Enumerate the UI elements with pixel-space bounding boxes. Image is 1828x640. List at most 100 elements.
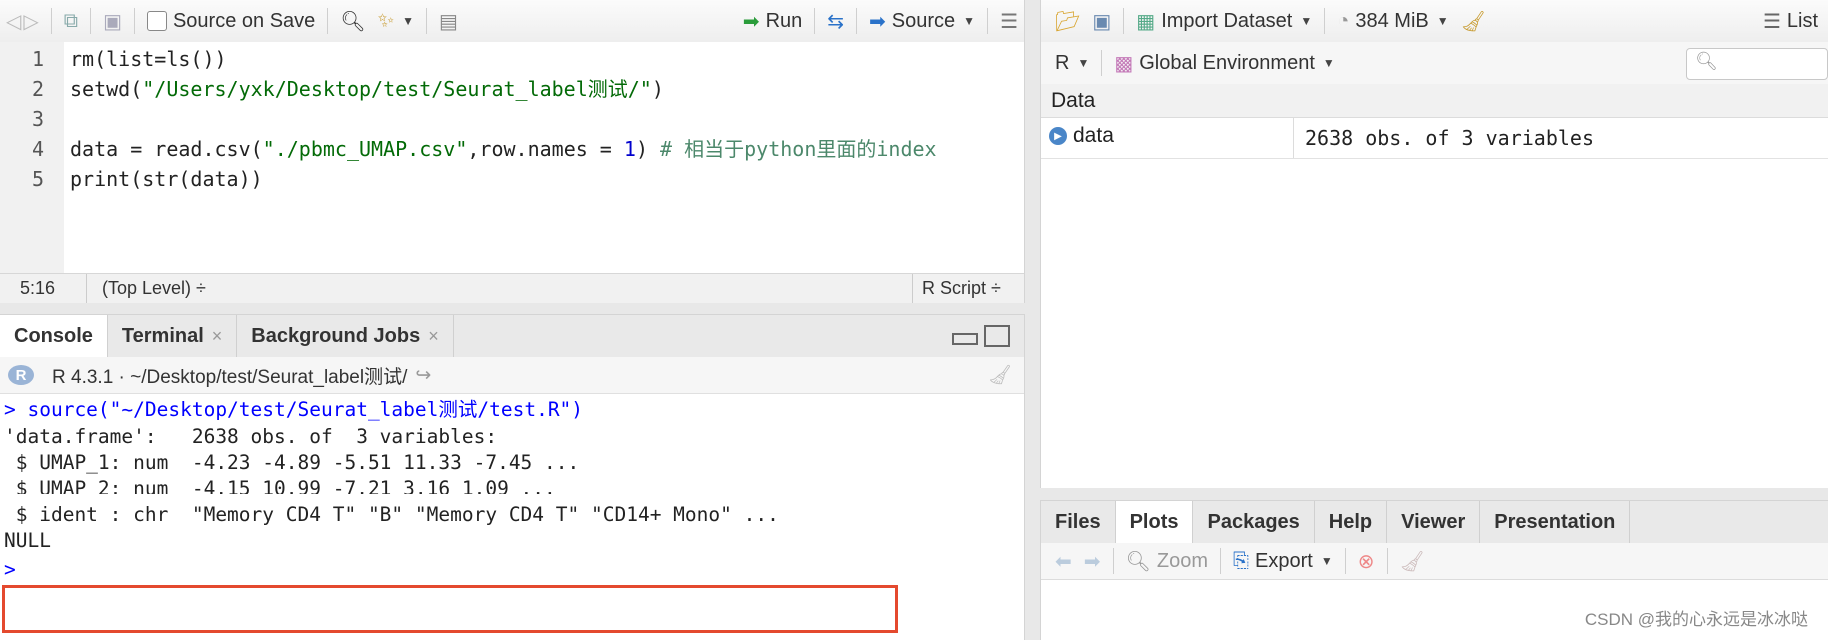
clear-plots-broom-icon[interactable]: 🧹︎	[1394, 549, 1431, 574]
forward-icon[interactable]: ▷	[17, 9, 44, 34]
zoom-icon: 🔍︎	[1125, 550, 1151, 573]
tab-console[interactable]: Console	[0, 315, 108, 357]
memory-pie-icon: ◔	[1337, 9, 1350, 32]
tab-viewer[interactable]: Viewer	[1387, 501, 1481, 543]
import-dataset-label: Import Dataset	[1161, 9, 1293, 32]
scope-selector[interactable]: (Top Level) ÷	[102, 278, 206, 299]
code-token: ,row.names =	[467, 137, 624, 161]
document-outline-icon[interactable]: ☰	[994, 9, 1024, 34]
chevron-down-icon[interactable]: ▼	[963, 14, 975, 28]
expand-circle-icon[interactable]: ▶	[1049, 127, 1067, 145]
rerun-icon[interactable]: ⇆	[821, 9, 850, 34]
code-tools-wand-icon[interactable]: ✨︎ ▼	[372, 10, 420, 33]
export-label: Export	[1255, 549, 1313, 572]
clear-objects-broom-icon[interactable]: 🧹︎	[1455, 9, 1492, 34]
tab-help[interactable]: Help	[1315, 501, 1388, 543]
tab-plots[interactable]: Plots	[1115, 501, 1194, 543]
environment-row-name[interactable]: ▶ data	[1049, 124, 1114, 148]
tab-terminal[interactable]: Terminal ×	[108, 315, 238, 357]
code-line[interactable]: 4 data = read.csv("./pbmc_UMAP.csv",row.n…	[0, 134, 1024, 164]
load-workspace-icon[interactable]: 📂︎	[1049, 9, 1086, 34]
code-token: "./pbmc_UMAP.csv"	[262, 137, 468, 161]
code-token: setwd(	[70, 77, 143, 101]
import-dataset-button[interactable]: ▦ Import Dataset ▼	[1130, 9, 1318, 34]
tab-background-jobs[interactable]: Background Jobs ×	[237, 315, 454, 357]
compile-report-icon[interactable]: ▤	[433, 9, 464, 34]
search-icon: 🔍︎	[1695, 51, 1718, 71]
tab-presentation[interactable]: Presentation	[1480, 501, 1631, 543]
r-logo-icon: R	[8, 365, 34, 385]
code-token: )	[651, 77, 664, 101]
go-to-directory-icon[interactable]: ↪	[415, 364, 431, 387]
vertical-splitter[interactable]	[1025, 0, 1040, 640]
environment-scope-bar: R ▼ ▩ Global Environment ▼ 🔍︎	[1041, 42, 1828, 85]
console-info-bar: R R 4.3.1 · ~/Desktop/test/Seurat_label测…	[0, 357, 1024, 394]
table-icon: ▦	[1136, 10, 1156, 33]
list-view-button[interactable]: ☰ List	[1757, 9, 1824, 34]
code-line[interactable]: 1 rm(list=ls())	[0, 44, 1024, 74]
editor-statusbar: 5:16 (Top Level) ÷ R Script ÷	[0, 273, 1024, 303]
source-on-save-label: Source on Save	[172, 9, 316, 32]
environment-toolbar: 📂︎ ▣ ▦ Import Dataset ▼ ◔ 384 MiB ▼ 🧹︎ ☰…	[1041, 0, 1828, 43]
code-text: setwd("/Users/yxk/Desktop/test/Seurat_la…	[70, 74, 664, 104]
environment-row[interactable]: ▶ data 2638 obs. of 3 variables	[1041, 118, 1828, 159]
highlight-annotation-box	[2, 585, 898, 633]
save-workspace-icon[interactable]: ▣	[1086, 9, 1117, 34]
code-line[interactable]: 5 print(str(data))	[0, 164, 1024, 194]
tab-files[interactable]: Files	[1041, 501, 1116, 543]
save-icon[interactable]: ▣	[97, 9, 128, 34]
export-button[interactable]: ⎘ Export ▼	[1227, 550, 1339, 573]
zoom-button[interactable]: 🔍︎ Zoom	[1120, 549, 1215, 574]
editor-toolbar: ◁ ▷ ⧉ ▣ Source on Save 🔍︎ ✨︎ ▼ ▤ ➡ Run ⇆ …	[0, 0, 1024, 43]
chevron-down-icon: ▼	[1436, 14, 1449, 28]
environment-search-input[interactable]: 🔍︎	[1686, 48, 1828, 80]
code-token: "/Users/yxk/Desktop/test/Seurat_label测试/…	[142, 77, 652, 101]
code-line[interactable]: 2 setwd("/Users/yxk/Desktop/test/Seurat_l…	[0, 74, 1024, 104]
tab-label: Console	[14, 324, 93, 347]
remove-plot-icon[interactable]: ⊗	[1352, 549, 1381, 574]
code-token: # 相当于python里面的index	[660, 137, 937, 161]
plots-tabbar: Files Plots Packages Help Viewer Presentation	[1041, 501, 1828, 544]
console-output[interactable]: > source("~/Desktop/test/Seurat_label测试/…	[0, 395, 1024, 640]
run-label: Run	[765, 9, 803, 32]
filetype-selector[interactable]: R Script ÷	[922, 278, 1001, 299]
object-value: 2638 obs. of 3 variables	[1305, 126, 1594, 150]
plots-toolbar: ⬅ ➡ 🔍︎ Zoom ⎘ Export ▼ ⊗ 🧹︎	[1041, 543, 1828, 580]
source-editor-pane: ◁ ▷ ⧉ ▣ Source on Save 🔍︎ ✨︎ ▼ ▤ ➡ Run ⇆ …	[0, 0, 1025, 303]
language-label: R	[1055, 51, 1070, 74]
close-icon[interactable]: ×	[212, 326, 223, 347]
tab-label: Terminal	[121, 324, 204, 347]
r-version-path: R 4.3.1 · ~/Desktop/test/Seurat_label测试/	[52, 366, 408, 388]
tab-packages[interactable]: Packages	[1193, 501, 1315, 543]
object-name: data	[1073, 124, 1114, 147]
code-text: print(str(data))	[70, 164, 263, 194]
next-plot-icon[interactable]: ➡	[1078, 549, 1107, 574]
maximize-pane-icon[interactable]	[984, 325, 1010, 347]
clear-console-broom-icon[interactable]: 🧹︎	[988, 363, 1012, 387]
memory-usage-label: 384 MiB	[1355, 9, 1429, 32]
cursor-position: 5:16	[20, 278, 56, 298]
list-view-label: List	[1786, 9, 1818, 32]
prev-plot-icon[interactable]: ⬅	[1049, 549, 1078, 574]
source-arrow-icon: ➡	[869, 10, 886, 33]
console-pane: Console Terminal × Background Jobs × R R 4.3…	[0, 314, 1025, 640]
code-area[interactable]: 1 rm(list=ls()) 2 setwd("/Users/yxk/Desktop…	[0, 42, 1024, 273]
source-on-save-checkbox[interactable]: Source on Save	[141, 10, 321, 33]
memory-usage-button[interactable]: ◔ 384 MiB ▼	[1331, 10, 1454, 33]
horizontal-splitter-left[interactable]	[0, 303, 1025, 314]
find-replace-icon[interactable]: 🔍︎	[334, 9, 371, 34]
horizontal-splitter-right[interactable]	[1040, 488, 1828, 500]
minimize-pane-icon[interactable]	[952, 333, 978, 345]
export-chart-icon: ⎘	[1233, 549, 1250, 572]
chevron-down-icon: ▼	[1322, 56, 1335, 70]
code-token: rm(list=ls())	[70, 47, 227, 71]
environment-selector[interactable]: ▩ Global Environment ▼	[1108, 51, 1340, 76]
show-in-window-icon[interactable]: ⧉	[58, 10, 84, 33]
language-selector[interactable]: R ▼	[1049, 52, 1095, 75]
close-icon[interactable]: ×	[428, 326, 439, 347]
run-button[interactable]: ➡ Run	[737, 9, 808, 34]
source-button[interactable]: ➡ Source ▼	[863, 9, 981, 34]
line-number: 3	[31, 107, 44, 131]
console-prompt-line: > source("~/Desktop/test/Seurat_label测试/…	[4, 398, 584, 421]
code-line[interactable]: 3	[0, 104, 1024, 134]
